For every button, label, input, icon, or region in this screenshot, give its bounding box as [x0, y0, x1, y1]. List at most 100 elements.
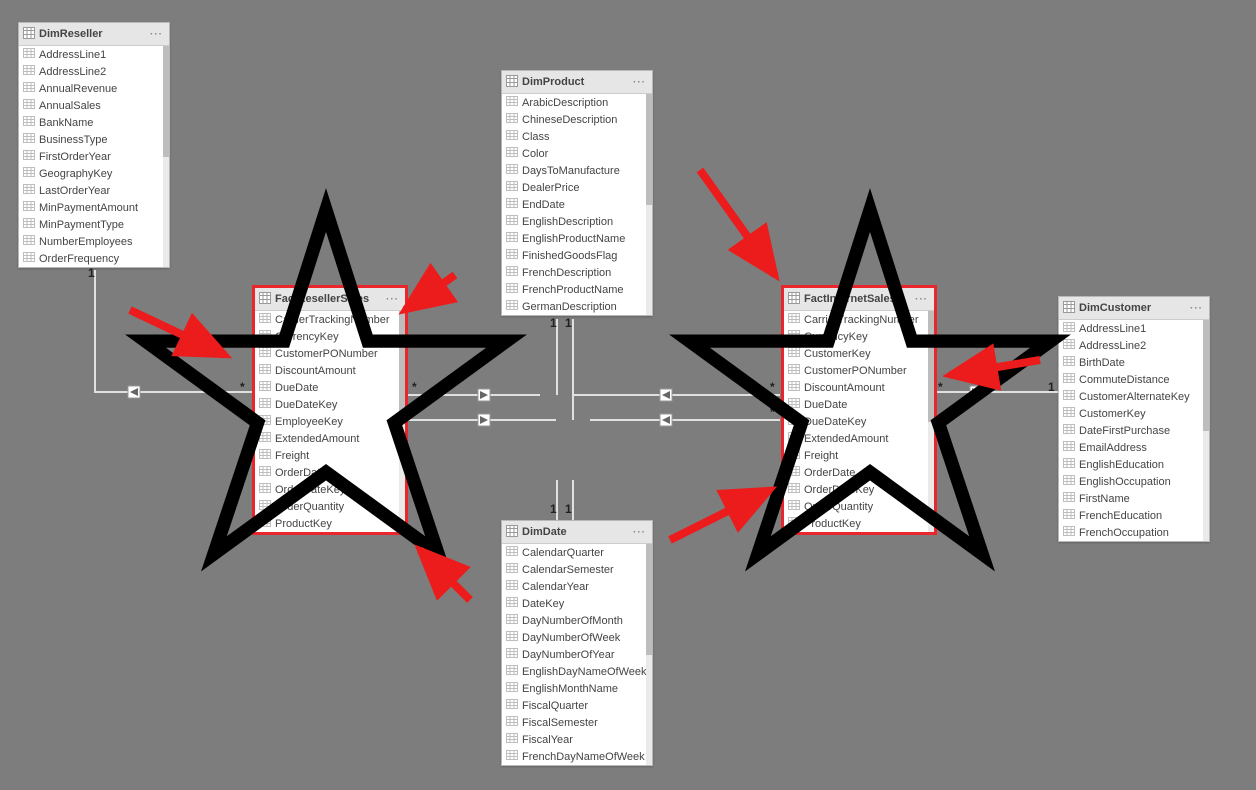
field-row[interactable]: ArabicDescription: [502, 94, 652, 111]
field-row[interactable]: OrderDate: [784, 464, 934, 481]
field-row[interactable]: CustomerAlternateKey: [1059, 388, 1209, 405]
field-row[interactable]: FrenchEducation: [1059, 507, 1209, 524]
field-row[interactable]: CalendarQuarter: [502, 544, 652, 561]
field-row[interactable]: CurrencyKey: [784, 328, 934, 345]
table-header[interactable]: DimProduct···: [502, 71, 652, 94]
field-row[interactable]: EndDate: [502, 196, 652, 213]
field-row[interactable]: DaysToManufacture: [502, 162, 652, 179]
field-row[interactable]: EnglishDayNameOfWeek: [502, 663, 652, 680]
field-row[interactable]: DueDateKey: [784, 413, 934, 430]
field-row[interactable]: FiscalSemester: [502, 714, 652, 731]
field-row[interactable]: Freight: [255, 447, 405, 464]
table-dimproduct[interactable]: DimProduct···ArabicDescriptionChineseDes…: [501, 70, 653, 316]
field-row[interactable]: DueDateKey: [255, 396, 405, 413]
field-row[interactable]: EnglishOccupation: [1059, 473, 1209, 490]
field-row[interactable]: AddressLine2: [1059, 337, 1209, 354]
field-row[interactable]: AddressLine2: [19, 63, 169, 80]
field-row[interactable]: EnglishEducation: [1059, 456, 1209, 473]
field-row[interactable]: LastOrderYear: [19, 182, 169, 199]
scrollbar-thumb[interactable]: [646, 94, 652, 205]
field-row[interactable]: ProductKey: [784, 515, 934, 532]
scrollbar[interactable]: [646, 94, 652, 315]
table-header[interactable]: DimCustomer···: [1059, 297, 1209, 320]
field-row[interactable]: CommuteDistance: [1059, 371, 1209, 388]
more-menu-icon[interactable]: ···: [633, 527, 646, 538]
field-row[interactable]: OrderFrequency: [19, 250, 169, 267]
field-row[interactable]: DealerPrice: [502, 179, 652, 196]
field-row[interactable]: NumberEmployees: [19, 233, 169, 250]
scrollbar[interactable]: [1203, 320, 1209, 541]
scrollbar[interactable]: [646, 544, 652, 765]
more-menu-icon[interactable]: ···: [386, 294, 399, 305]
field-row[interactable]: EnglishProductName: [502, 230, 652, 247]
more-menu-icon[interactable]: ···: [1190, 303, 1203, 314]
field-row[interactable]: Class: [502, 128, 652, 145]
table-dimreseller[interactable]: DimReseller···AddressLine1AddressLine2An…: [18, 22, 170, 268]
field-row[interactable]: CarrierTrackingNumber: [255, 311, 405, 328]
field-row[interactable]: CustomerPONumber: [784, 362, 934, 379]
field-row[interactable]: BirthDate: [1059, 354, 1209, 371]
field-row[interactable]: OrderQuantity: [255, 498, 405, 515]
field-row[interactable]: FiscalYear: [502, 731, 652, 748]
field-row[interactable]: BusinessType: [19, 131, 169, 148]
field-row[interactable]: MinPaymentAmount: [19, 199, 169, 216]
field-row[interactable]: FinishedGoodsFlag: [502, 247, 652, 264]
scrollbar-thumb[interactable]: [399, 311, 405, 422]
field-row[interactable]: AddressLine1: [19, 46, 169, 63]
scrollbar-thumb[interactable]: [928, 311, 934, 422]
scrollbar[interactable]: [399, 311, 405, 532]
field-row[interactable]: EmailAddress: [1059, 439, 1209, 456]
table-header[interactable]: FactResellerSales···: [255, 288, 405, 311]
field-row[interactable]: OrderDateKey: [255, 481, 405, 498]
field-row[interactable]: CalendarSemester: [502, 561, 652, 578]
field-row[interactable]: OrderDate: [255, 464, 405, 481]
scrollbar-thumb[interactable]: [1203, 320, 1209, 431]
field-row[interactable]: DiscountAmount: [255, 362, 405, 379]
field-row[interactable]: DueDate: [784, 396, 934, 413]
scrollbar[interactable]: [928, 311, 934, 532]
field-row[interactable]: EnglishMonthName: [502, 680, 652, 697]
field-row[interactable]: CustomerPONumber: [255, 345, 405, 362]
more-menu-icon[interactable]: ···: [633, 77, 646, 88]
field-row[interactable]: ExtendedAmount: [784, 430, 934, 447]
field-row[interactable]: ExtendedAmount: [255, 430, 405, 447]
field-row[interactable]: AnnualSales: [19, 97, 169, 114]
field-row[interactable]: DayNumberOfMonth: [502, 612, 652, 629]
scrollbar-thumb[interactable]: [163, 46, 169, 157]
field-row[interactable]: CurrencyKey: [255, 328, 405, 345]
field-row[interactable]: FiscalQuarter: [502, 697, 652, 714]
field-row[interactable]: FrenchDayNameOfWeek: [502, 748, 652, 765]
field-row[interactable]: FirstOrderYear: [19, 148, 169, 165]
field-row[interactable]: Color: [502, 145, 652, 162]
field-row[interactable]: DateFirstPurchase: [1059, 422, 1209, 439]
field-row[interactable]: DayNumberOfYear: [502, 646, 652, 663]
field-row[interactable]: EnglishDescription: [502, 213, 652, 230]
field-row[interactable]: FrenchProductName: [502, 281, 652, 298]
table-header[interactable]: DimDate···: [502, 521, 652, 544]
field-row[interactable]: AnnualRevenue: [19, 80, 169, 97]
field-row[interactable]: GermanDescription: [502, 298, 652, 315]
field-row[interactable]: EmployeeKey: [255, 413, 405, 430]
field-row[interactable]: BankName: [19, 114, 169, 131]
field-row[interactable]: FrenchOccupation: [1059, 524, 1209, 541]
table-dimcustomer[interactable]: DimCustomer···AddressLine1AddressLine2Bi…: [1058, 296, 1210, 542]
field-row[interactable]: CalendarYear: [502, 578, 652, 595]
more-menu-icon[interactable]: ···: [915, 294, 928, 305]
field-row[interactable]: FrenchDescription: [502, 264, 652, 281]
field-row[interactable]: GeographyKey: [19, 165, 169, 182]
field-row[interactable]: CarrierTrackingNumber: [784, 311, 934, 328]
field-row[interactable]: OrderQuantity: [784, 498, 934, 515]
field-row[interactable]: DayNumberOfWeek: [502, 629, 652, 646]
field-row[interactable]: DiscountAmount: [784, 379, 934, 396]
table-factinternetsales[interactable]: FactInternetSales···CarrierTrackingNumbe…: [782, 286, 936, 534]
field-row[interactable]: DueDate: [255, 379, 405, 396]
table-dimdate[interactable]: DimDate···CalendarQuarterCalendarSemeste…: [501, 520, 653, 766]
field-row[interactable]: CustomerKey: [784, 345, 934, 362]
field-row[interactable]: ProductKey: [255, 515, 405, 532]
table-factresellersales[interactable]: FactResellerSales···CarrierTrackingNumbe…: [253, 286, 407, 534]
field-row[interactable]: MinPaymentType: [19, 216, 169, 233]
field-row[interactable]: ChineseDescription: [502, 111, 652, 128]
scrollbar-thumb[interactable]: [646, 544, 652, 655]
field-row[interactable]: Freight: [784, 447, 934, 464]
table-header[interactable]: DimReseller···: [19, 23, 169, 46]
